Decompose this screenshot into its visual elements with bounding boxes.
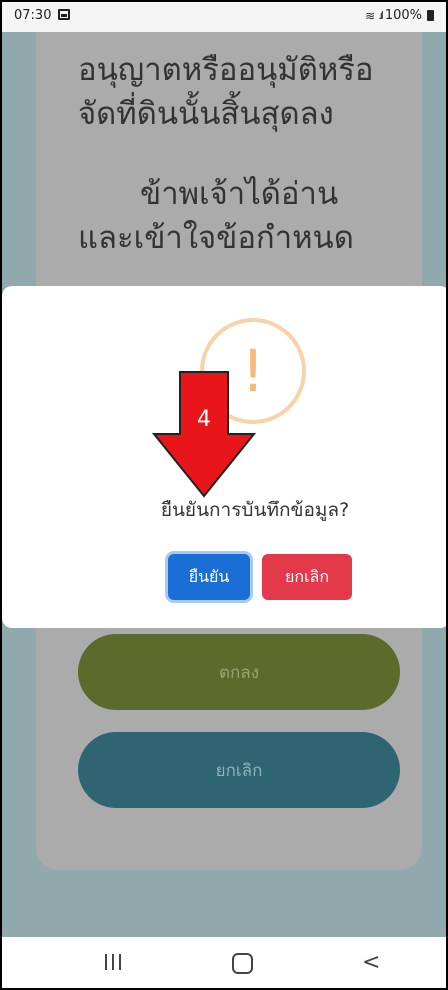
annotation-arrow-shape xyxy=(151,371,257,498)
signal-icon: .ıl xyxy=(378,9,383,22)
clause-line: อนุญาตหรืออนุมัติหรือ xyxy=(78,52,374,88)
clause-line: และเข้าใจข้อกำหนด xyxy=(78,220,354,256)
recent-apps-icon[interactable] xyxy=(105,954,121,970)
back-icon[interactable]: < xyxy=(362,950,380,975)
annotation-arrow-icon xyxy=(151,371,257,498)
cancel-button[interactable]: ยกเลิก xyxy=(78,732,400,808)
home-icon[interactable] xyxy=(232,953,253,974)
clause-line: ข้าพเจ้าได้อ่าน xyxy=(140,176,339,212)
clause-text-top: อนุญาตหรืออนุมัติหรือ จัดที่ดินนั้นสิ้นส… xyxy=(78,48,418,136)
status-bar: 07:30 ≋ .ıl 100% xyxy=(2,2,446,32)
clause-text-bottom: ข้าพเจ้าได้อ่าน และเข้าใจข้อกำหนด xyxy=(78,172,418,260)
image-icon xyxy=(58,9,70,20)
battery-percent: 100% xyxy=(384,8,422,23)
status-time: 07:30 xyxy=(14,8,52,23)
clause-line: จัดที่ดินนั้นสิ้นสุดลง xyxy=(78,96,334,132)
wifi-icon: ≋ xyxy=(365,8,376,23)
battery-icon xyxy=(427,10,434,21)
ok-button[interactable]: ตกลง xyxy=(78,634,400,710)
nav-bar: < xyxy=(2,937,446,988)
dialog-cancel-button[interactable]: ยกเลิก xyxy=(262,554,352,600)
phone-screen: 07:30 ≋ .ıl 100% อนุญาตหรืออนุมัติหรือ จ… xyxy=(0,0,448,990)
step-number: 4 xyxy=(197,407,211,432)
status-icons: ≋ .ıl 100% xyxy=(365,8,434,23)
confirm-button[interactable]: ยืนยัน xyxy=(168,554,250,600)
